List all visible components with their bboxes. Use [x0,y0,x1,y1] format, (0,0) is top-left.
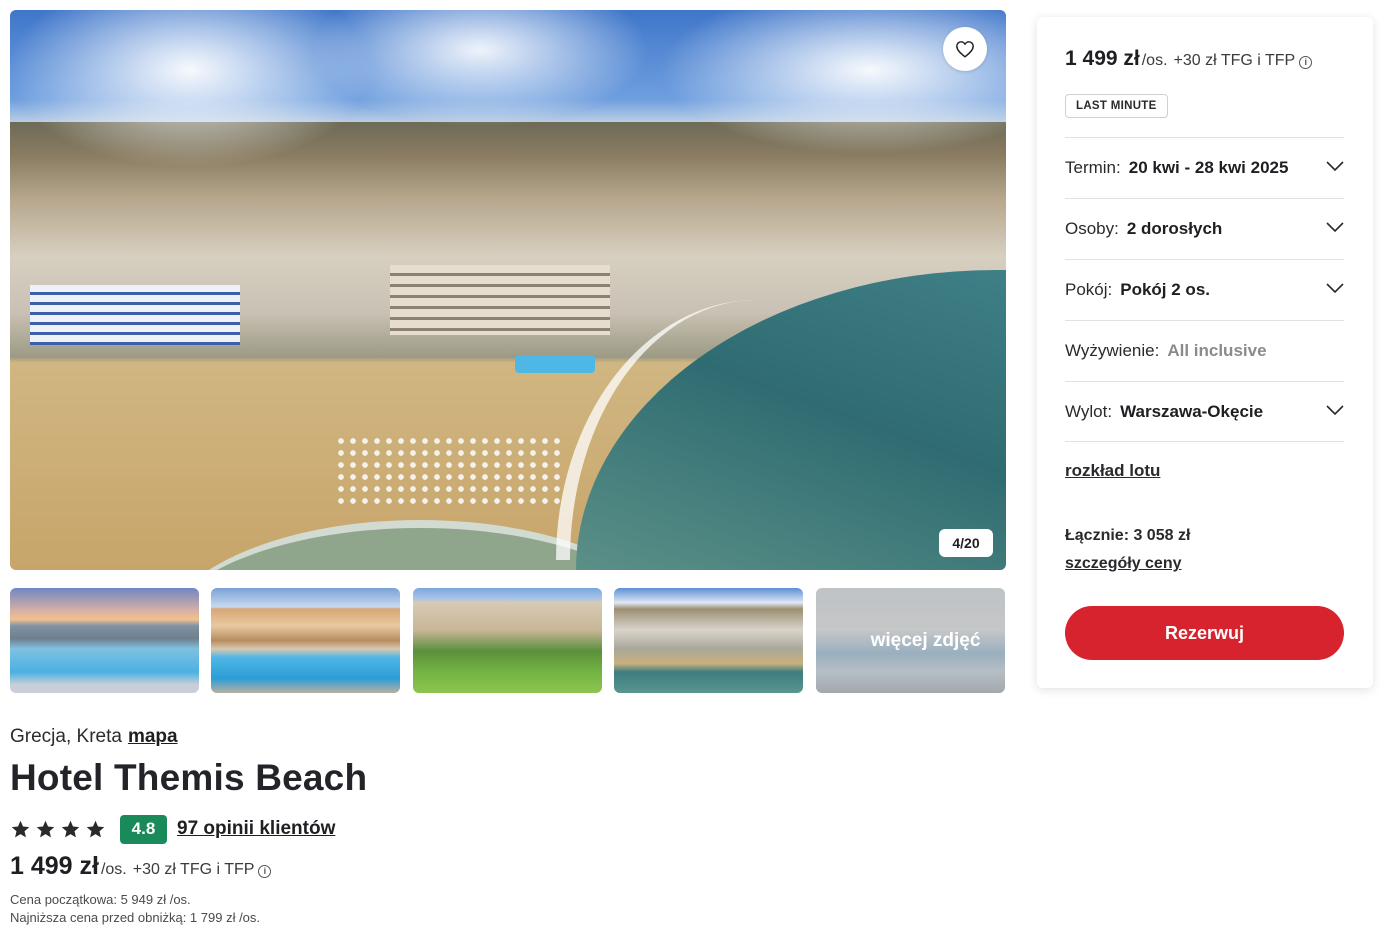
thumbnail-aerial-coast[interactable] [614,588,803,693]
hotel-location: Grecja, Kreta mapa [10,726,178,748]
reviews-link[interactable]: 97 opinii klientów [177,818,335,840]
option-departure[interactable]: Wylot: Warszawa-Okęcie [1065,381,1344,442]
panel-price: 1 499 zł /os. +30 zł TFG i TFP i [1065,47,1313,71]
hotel-name: Hotel Themis Beach [10,757,368,798]
hotel-price: 1 499 zł /os. +30 zł TFG i TFP i [10,852,272,881]
more-photos-label: więcej zdjęć [816,588,1005,693]
thumbnail-pool-sunset[interactable] [10,588,199,693]
hotel-stars [10,819,106,840]
star-icon [61,820,80,837]
star-icon [36,820,55,837]
option-label: Wyżywienie: [1065,341,1160,360]
location-text: Grecja, Kreta [10,726,122,747]
option-value: All inclusive [1167,341,1267,360]
option-persons[interactable]: Osoby: 2 dorosłych [1065,198,1344,259]
photo-counter: 4/20 [939,529,993,557]
option-label: Osoby: [1065,219,1119,238]
option-value: Warszawa-Okęcie [1120,401,1264,421]
option-board: Wyżywienie: All inclusive [1065,320,1344,381]
option-value: 2 dorosłych [1126,219,1223,238]
option-label: Termin: [1065,158,1121,177]
photo-detail-umbrellas [335,435,565,505]
option-label: Pokój: [1065,280,1113,299]
price-details-link[interactable]: szczegóły ceny [1065,555,1182,573]
favorite-button[interactable] [943,27,987,71]
original-price-note: Cena początkowa: 5 949 zł /os. [10,892,191,907]
book-button[interactable]: Rezerwuj [1065,606,1344,660]
option-value: Pokój 2 os. [1120,280,1210,299]
total-price: Łącznie: 3 058 zł [1065,527,1191,544]
chevron-down-icon [1326,283,1344,294]
chevron-down-icon [1326,161,1344,172]
thumbnail-hotel-garden[interactable] [413,588,602,693]
option-room[interactable]: Pokój: Pokój 2 os. [1065,259,1344,320]
panel-price-amount: 1 499 zł [1065,47,1140,70]
star-icon [86,820,105,837]
photo-detail-pool [515,355,595,373]
option-date[interactable]: Termin: 20 kwi - 28 kwi 2025 [1065,137,1344,198]
thumbnail-hotel-pool[interactable] [211,588,400,693]
photo-detail-hotel [390,265,610,335]
info-icon[interactable]: i [258,865,272,878]
lowest-price-note: Najniższa cena przed obniżką: 1 799 zł /… [10,910,261,925]
photo-detail-building [30,285,240,345]
main-hotel-photo[interactable] [10,10,1006,570]
panel-price-extra-fees: +30 zł TFG i TFP [1173,52,1296,69]
chevron-down-icon [1326,405,1344,416]
heart-icon [956,41,974,58]
rating-score-badge: 4.8 [120,814,167,844]
option-label: Wylot: [1065,401,1113,421]
thumbnail-more-photos[interactable]: więcej zdjęć [816,588,1005,693]
price-unit: /os. [100,861,127,878]
star-icon [11,820,30,837]
flight-schedule-link[interactable]: rozkład lotu [1065,461,1160,481]
map-link[interactable]: mapa [128,726,178,747]
photo-detail-surf [556,300,776,560]
price-extra-fees: +30 zł TFG i TFP [132,861,255,878]
last-minute-badge: LAST MINUTE [1065,94,1168,118]
booking-panel: 1 499 zł /os. +30 zł TFG i TFP i LAST MI… [1037,17,1373,688]
panel-price-unit: /os. [1141,52,1168,69]
option-value: 20 kwi - 28 kwi 2025 [1128,158,1289,177]
info-icon[interactable]: i [1299,56,1313,69]
chevron-down-icon [1326,222,1344,233]
price-amount: 1 499 zł [10,852,99,880]
rating-row: 4.8 97 opinii klientów [10,814,335,844]
